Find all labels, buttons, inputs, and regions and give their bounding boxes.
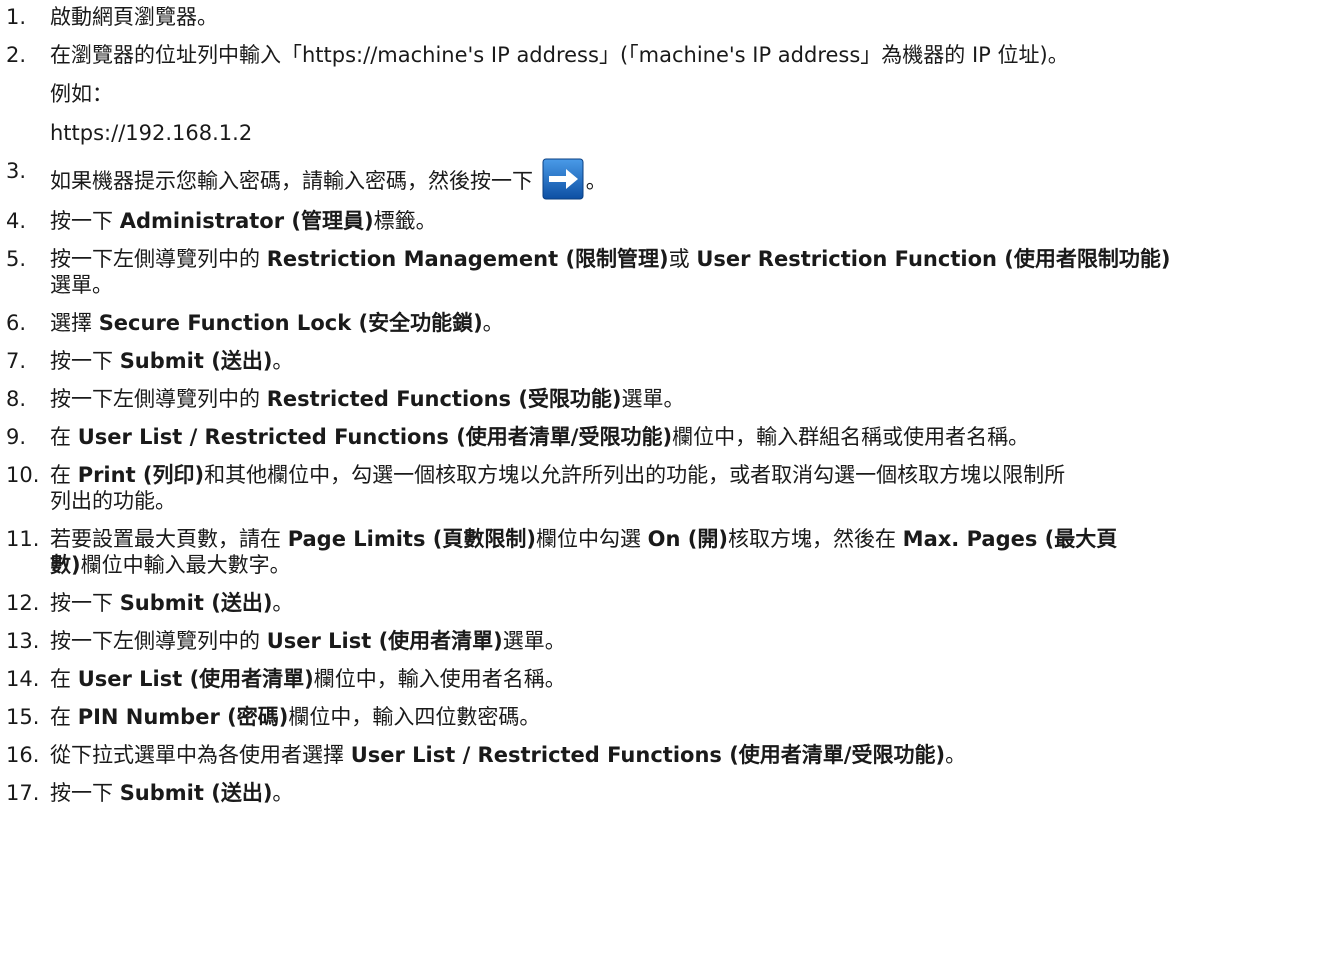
example-label: 例如： (50, 82, 113, 106)
step-10: 10. 在 Print (列印)和其他欄位中，勾選一個核取方塊以允許所列出的功能… (0, 462, 1344, 514)
step-17: 17. 按一下 Submit (送出)。 (0, 780, 1344, 806)
step-text: 列出的功能。 (50, 489, 176, 513)
step-4: 4. 按一下 Administrator (管理員)標籤。 (0, 208, 1344, 234)
step-number: 16. (6, 743, 40, 767)
instruction-steps: 1. 啟動網頁瀏覽器。 2. 在瀏覽器的位址列中輸入「https://machi… (0, 0, 1344, 818)
step-number: 12. (6, 591, 40, 615)
step-number: 14. (6, 667, 40, 691)
step-text: 在 (50, 425, 78, 449)
step-16: 16. 從下拉式選單中為各使用者選擇 User List / Restricte… (0, 742, 1344, 768)
step-text: 按一下 (50, 209, 120, 233)
step-number: 3. (6, 159, 27, 183)
step-text: 如果機器提示您輸入密碼，請輸入密碼，然後按一下 (50, 169, 533, 193)
step-text: 或 (668, 247, 697, 271)
step-15: 15. 在 PIN Number (密碼)欄位中，輸入四位數密碼。 (0, 704, 1344, 730)
step-number: 8. (6, 387, 27, 411)
ui-term: User List / Restricted Functions (使用者清單/… (350, 743, 946, 767)
step-13: 13. 按一下左側導覽列中的 User List (使用者清單)選單。 (0, 628, 1344, 654)
step-number: 10. (6, 463, 40, 487)
step-text: 欄位中勾選 (535, 527, 648, 551)
step-text: 在瀏覽器的位址列中輸入「https://machine's IP address… (50, 43, 1069, 67)
step-text: 按一下 (50, 349, 120, 373)
step-number: 9. (6, 425, 27, 449)
step-number: 13. (6, 629, 40, 653)
step-8: 8. 按一下左側導覽列中的 Restricted Functions (受限功能… (0, 386, 1344, 412)
step-text: 。 (482, 311, 504, 335)
step-text: 按一下左側導覽列中的 (50, 629, 267, 653)
ui-term: Print (列印) (77, 463, 205, 487)
step-text: 按一下左側導覽列中的 (50, 387, 267, 411)
ui-term: Submit (送出) (119, 591, 273, 615)
ui-term: PIN Number (密碼) (77, 705, 289, 729)
step-text: 。 (272, 349, 294, 373)
example-url: https://192.168.1.2 (50, 121, 253, 145)
step-number: 2. (6, 43, 27, 67)
ui-term: On (開) (647, 527, 728, 551)
step-text-end: 。 (585, 169, 607, 193)
step-number: 6. (6, 311, 27, 335)
step-text: 選單。 (621, 387, 685, 411)
step-number: 1. (6, 5, 27, 29)
step-7: 7. 按一下 Submit (送出)。 (0, 348, 1344, 374)
step-number: 7. (6, 349, 27, 373)
step-12: 12. 按一下 Submit (送出)。 (0, 590, 1344, 616)
ui-term: Restriction Management (限制管理) (266, 247, 669, 271)
step-number: 4. (6, 209, 27, 233)
step-text: 標籤。 (373, 209, 437, 233)
step-2: 2. 在瀏覽器的位址列中輸入「https://machine's IP addr… (0, 42, 1344, 146)
step-5: 5. 按一下左側導覽列中的 Restriction Management (限制… (0, 246, 1344, 298)
step-text: 在 (50, 667, 78, 691)
step-11: 11. 若要設置最大頁數，請在 Page Limits (頁數限制)欄位中勾選 … (0, 526, 1344, 578)
step-text: 按一下 (50, 781, 120, 805)
step-text: 在 (50, 705, 78, 729)
step-text: 按一下左側導覽列中的 (50, 247, 267, 271)
ui-term: Submit (送出) (119, 349, 273, 373)
step-3: 3. 如果機器提示您輸入密碼，請輸入密碼，然後按一下 。 (0, 158, 1344, 200)
step-text: 選單。 (502, 629, 566, 653)
step-9: 9. 在 User List / Restricted Functions (使… (0, 424, 1344, 450)
arrow-right-icon (542, 158, 584, 200)
step-text: 欄位中輸入最大數字。 (80, 553, 291, 577)
step-text: 選擇 (50, 311, 99, 335)
step-text: 核取方塊，然後在 (727, 527, 903, 551)
ui-term: Restricted Functions (受限功能) (266, 387, 622, 411)
step-text: 。 (945, 743, 967, 767)
step-text: 欄位中，輸入使用者名稱。 (313, 667, 566, 691)
step-text: 從下拉式選單中為各使用者選擇 (50, 743, 351, 767)
step-text: 。 (272, 781, 294, 805)
step-text: 在 (50, 463, 78, 487)
step-text: 啟動網頁瀏覽器。 (50, 5, 218, 29)
step-number: 17. (6, 781, 40, 805)
step-text: 若要設置最大頁數，請在 (50, 527, 288, 551)
step-6: 6. 選擇 Secure Function Lock (安全功能鎖)。 (0, 310, 1344, 336)
step-text: 選單。 (50, 273, 113, 297)
step-text: 欄位中，輸入四位數密碼。 (288, 705, 541, 729)
ui-term: Administrator (管理員) (119, 209, 374, 233)
ui-term: User List (使用者清單) (77, 667, 314, 691)
step-number: 11. (6, 527, 40, 551)
ui-term: 數) (50, 553, 81, 577)
ui-term: Submit (送出) (119, 781, 273, 805)
step-text: 和其他欄位中，勾選一個核取方塊以允許所列出的功能，或者取消勾選一個核取方塊以限制… (204, 463, 1066, 487)
step-text: 按一下 (50, 591, 120, 615)
step-14: 14. 在 User List (使用者清單)欄位中，輸入使用者名稱。 (0, 666, 1344, 692)
ui-term: Secure Function Lock (安全功能鎖) (98, 311, 483, 335)
ui-term: User List / Restricted Functions (使用者清單/… (77, 425, 673, 449)
ui-term: User Restriction Function (使用者限制功能) (696, 247, 1171, 271)
step-text: 。 (272, 591, 294, 615)
ui-term: User List (使用者清單) (266, 629, 503, 653)
step-1: 1. 啟動網頁瀏覽器。 (0, 4, 1344, 30)
step-text: 欄位中，輸入群組名稱或使用者名稱。 (672, 425, 1030, 449)
ui-term: Page Limits (頁數限制) (287, 527, 536, 551)
step-number: 15. (6, 705, 40, 729)
step-number: 5. (6, 247, 27, 271)
ui-term: Max. Pages (最大頁 (902, 527, 1118, 551)
